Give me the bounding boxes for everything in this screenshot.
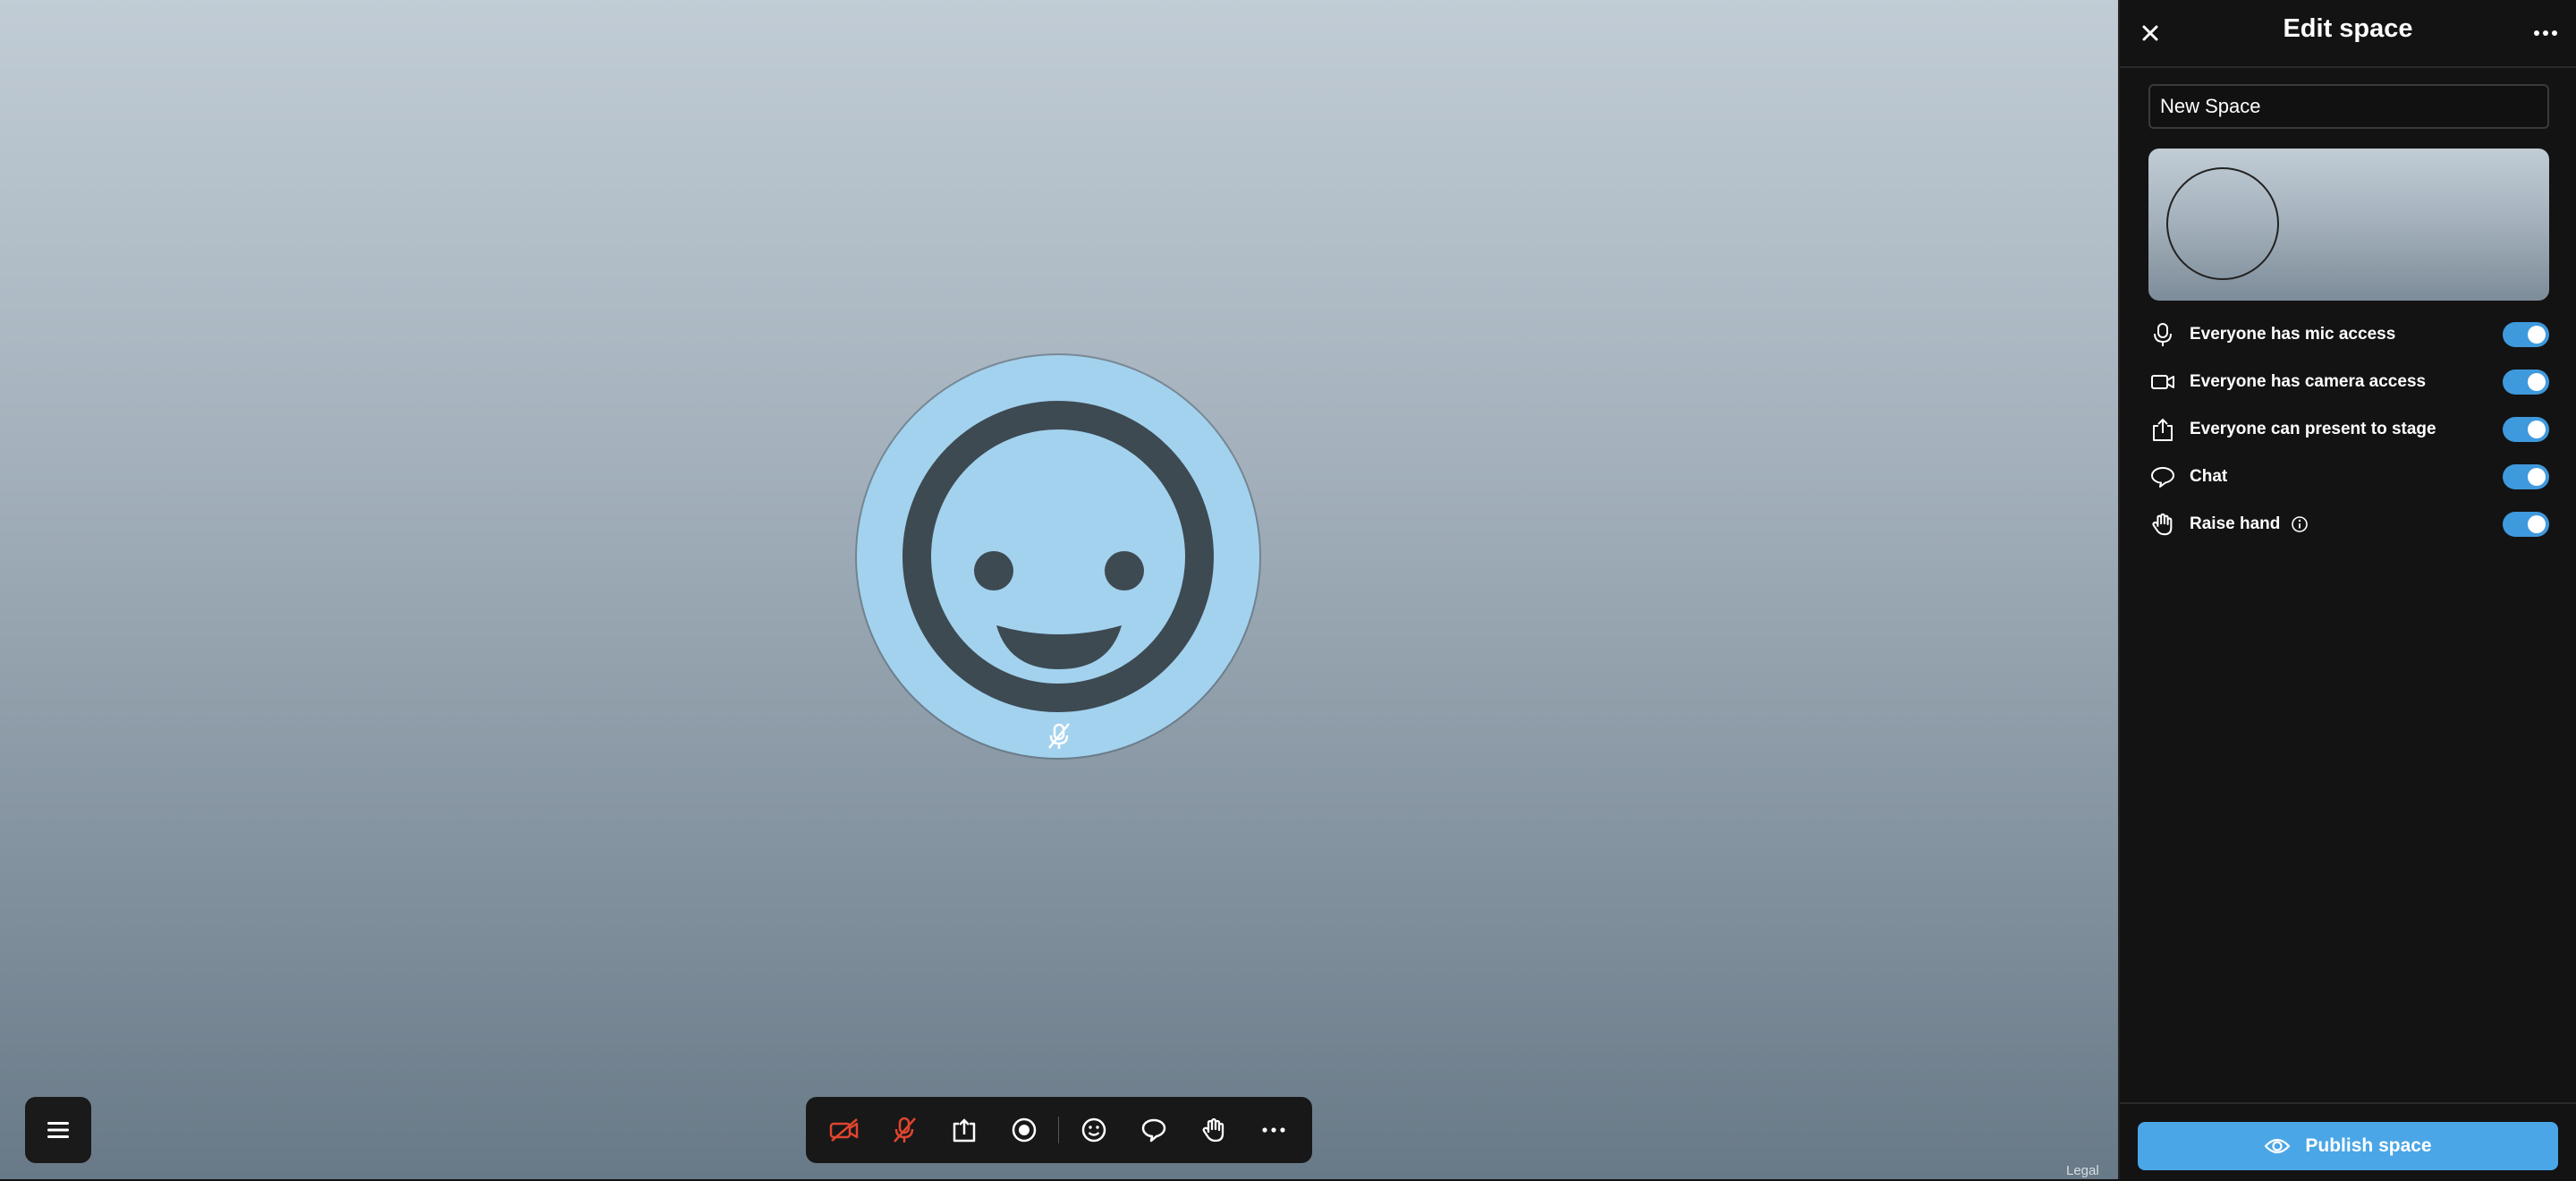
- mic-off-icon: [893, 1117, 916, 1143]
- reactions-button[interactable]: [1070, 1105, 1118, 1155]
- hand-icon: [2148, 510, 2177, 539]
- panel-more-button[interactable]: [2526, 13, 2565, 53]
- more-options-button[interactable]: [1250, 1105, 1298, 1155]
- setting-mic-access: Everyone has mic access: [2148, 317, 2549, 353]
- publish-space-button[interactable]: Publish space: [2138, 1122, 2558, 1170]
- raise-hand-button[interactable]: [1190, 1105, 1238, 1155]
- chat-toggle[interactable]: [2503, 464, 2549, 489]
- chat-icon: [2148, 463, 2177, 491]
- more-icon: [2534, 30, 2557, 36]
- call-toolbar: [806, 1097, 1312, 1163]
- space-preview: [2148, 149, 2549, 301]
- toggle-mic-button[interactable]: [880, 1105, 928, 1155]
- camera-off-icon: [829, 1118, 859, 1142]
- setting-label-wrapper: Raise hand: [2190, 514, 2503, 534]
- setting-label: Chat: [2190, 467, 2228, 486]
- mic-access-toggle[interactable]: [2503, 322, 2549, 347]
- panel-footer: Publish space: [2120, 1102, 2576, 1181]
- stage: Legal: [0, 0, 2118, 1179]
- setting-label: Everyone has mic access: [2190, 325, 2396, 344]
- publish-space-label: Publish space: [2305, 1135, 2432, 1156]
- legal-link[interactable]: Legal: [2066, 1163, 2099, 1178]
- muted-mic-icon: [1048, 723, 1070, 749]
- panel-title: Edit space: [2283, 14, 2413, 43]
- chat-icon: [1142, 1118, 1166, 1143]
- setting-label: Raise hand: [2190, 514, 2281, 533]
- setting-raise-hand: Raise hand: [2148, 506, 2549, 542]
- record-button[interactable]: [1000, 1105, 1048, 1155]
- share-screen-icon: [953, 1118, 975, 1143]
- space-name-input[interactable]: [2148, 84, 2549, 129]
- toolbar-divider: [1057, 1117, 1060, 1143]
- chat-button[interactable]: [1130, 1105, 1178, 1155]
- eye-icon: [2265, 1138, 2291, 1154]
- share-screen-button[interactable]: [940, 1105, 988, 1155]
- camera-access-toggle[interactable]: [2503, 370, 2549, 395]
- camera-icon: [2148, 368, 2177, 396]
- menu-button[interactable]: [25, 1097, 91, 1163]
- raise-hand-icon: [1202, 1117, 1224, 1143]
- setting-chat: Chat: [2148, 459, 2549, 495]
- participant-avatar[interactable]: [857, 355, 1259, 758]
- setting-label: Everyone has camera access: [2190, 372, 2427, 391]
- emoji-icon: [1082, 1117, 1106, 1143]
- mic-icon: [2148, 320, 2177, 349]
- edit-space-panel: Edit space Everyone has mic access: [2118, 0, 2576, 1179]
- setting-camera-access: Everyone has camera access: [2148, 364, 2549, 400]
- share-icon: [2148, 415, 2177, 444]
- toggle-camera-button[interactable]: [820, 1105, 869, 1155]
- hamburger-icon: [47, 1122, 69, 1138]
- raise-hand-toggle[interactable]: [2503, 512, 2549, 537]
- present-to-stage-toggle[interactable]: [2503, 417, 2549, 442]
- setting-present-to-stage: Everyone can present to stage: [2148, 412, 2549, 447]
- preview-avatar: [2166, 167, 2279, 280]
- panel-header: Edit space: [2120, 0, 2576, 68]
- smiley-face-icon: [902, 401, 1214, 712]
- record-icon: [1012, 1117, 1036, 1143]
- setting-label: Everyone can present to stage: [2190, 420, 2436, 438]
- info-icon[interactable]: [2291, 515, 2309, 533]
- more-icon: [1262, 1127, 1285, 1133]
